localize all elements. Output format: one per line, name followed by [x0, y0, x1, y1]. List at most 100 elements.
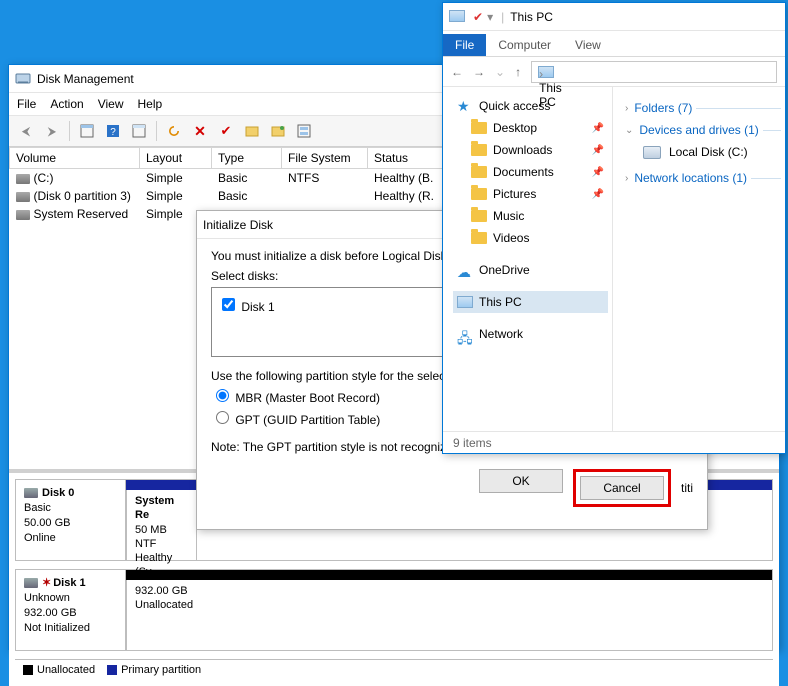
- ribbon-tab-view[interactable]: View: [563, 34, 613, 56]
- ok-button[interactable]: OK: [479, 469, 563, 493]
- group-devices[interactable]: ⌄ Devices and drives (1): [625, 123, 781, 137]
- nav-pane: ★ Quick access Desktop 📌 Downloads 📌 Docum…: [443, 87, 613, 431]
- disk1-checkbox[interactable]: [222, 298, 235, 311]
- toolbar-help-button[interactable]: ?: [102, 120, 124, 142]
- cell: Basic: [212, 169, 282, 188]
- nav-label: Quick access: [479, 99, 550, 113]
- group-label: Folders (7): [634, 101, 692, 115]
- address-bar: ← → ⌄ ↑ › This PC: [443, 57, 785, 87]
- nav-documents[interactable]: Documents📌: [453, 161, 608, 183]
- nav-label: Documents: [493, 165, 554, 179]
- disk-icon: [24, 578, 38, 588]
- disk-status: Not Initialized: [24, 621, 117, 636]
- nav-back-icon[interactable]: ←: [451, 65, 463, 79]
- star-icon: ★: [457, 100, 473, 112]
- nav-music[interactable]: Music: [453, 205, 608, 227]
- content-pane: › Folders (7) ⌄ Devices and drives (1) Loc…: [613, 87, 785, 431]
- dm-app-icon: [15, 71, 31, 87]
- nav-forward-button[interactable]: ⮞: [41, 120, 63, 142]
- cell: NTFS: [282, 169, 368, 188]
- partition-name: System Re: [135, 494, 188, 523]
- group-label: Network locations (1): [634, 171, 747, 185]
- col-type[interactable]: Type: [212, 148, 282, 169]
- pin-icon: 📌: [592, 123, 604, 134]
- disk1-row[interactable]: ✶Disk 1 Unknown 932.00 GB Not Initialize…: [15, 569, 773, 651]
- nav-videos[interactable]: Videos: [453, 227, 608, 249]
- nav-label: Network: [479, 327, 523, 341]
- disk-status: Online: [24, 531, 117, 546]
- menu-help[interactable]: Help: [138, 97, 163, 111]
- nav-downloads[interactable]: Downloads 📌: [453, 139, 608, 161]
- legend-swatch-primary: [107, 665, 117, 675]
- qat-check-icon[interactable]: ✔: [473, 10, 483, 24]
- nav-label: Downloads: [493, 143, 552, 157]
- group-label: Devices and drives (1): [639, 123, 758, 137]
- nav-network[interactable]: 🖧Network: [453, 323, 608, 345]
- toolbar-delete-button[interactable]: ✕: [189, 120, 211, 142]
- nav-label: This PC: [479, 295, 522, 309]
- folder-icon: [471, 166, 487, 178]
- disk1-partitions: 932.00 GB Unallocated: [126, 570, 772, 650]
- nav-back-button[interactable]: ⮜: [15, 120, 37, 142]
- qat-dropdown-icon[interactable]: ▾: [487, 10, 493, 24]
- partition[interactable]: System Re 50 MB NTF Healthy (Sy: [126, 480, 196, 560]
- menu-file[interactable]: File: [17, 97, 36, 111]
- nav-onedrive[interactable]: ☁OneDrive: [453, 259, 608, 281]
- menu-view[interactable]: View: [98, 97, 124, 111]
- toolbar-check-button[interactable]: ✔: [215, 120, 237, 142]
- nav-recent-dropdown[interactable]: ⌄: [495, 65, 505, 79]
- menu-action[interactable]: Action: [50, 97, 83, 111]
- ribbon-tab-computer[interactable]: Computer: [486, 34, 563, 56]
- group-network-locations[interactable]: › Network locations (1): [625, 171, 781, 185]
- status-item-count: 9 items: [453, 436, 492, 450]
- init-title: Initialize Disk: [203, 218, 273, 232]
- col-volume[interactable]: Volume: [10, 148, 140, 169]
- cell: Simple: [140, 187, 212, 205]
- partition-unallocated[interactable]: 932.00 GB Unallocated: [126, 570, 772, 650]
- toolbar-refresh-button[interactable]: [163, 120, 185, 142]
- nav-desktop[interactable]: Desktop 📌: [453, 117, 608, 139]
- nav-forward-icon[interactable]: →: [473, 65, 485, 79]
- partition-size: 50 MB NTF: [135, 523, 188, 552]
- folder-icon: [471, 122, 487, 134]
- pin-icon: 📌: [592, 145, 604, 156]
- nav-quick-access[interactable]: ★ Quick access: [453, 95, 608, 117]
- chevron-down-icon: ⌄: [625, 125, 633, 136]
- cancel-highlight: Cancel: [573, 469, 671, 507]
- nav-label: Desktop: [493, 121, 537, 135]
- gpt-label: GPT (GUID Partition Table): [235, 413, 380, 427]
- status-bar: 9 items: [443, 431, 785, 453]
- col-layout[interactable]: Layout: [140, 148, 212, 169]
- nav-label: Pictures: [493, 187, 536, 201]
- cancel-button[interactable]: Cancel: [580, 476, 664, 500]
- nav-pictures[interactable]: Pictures📌: [453, 183, 608, 205]
- toolbar-btn-7[interactable]: [241, 120, 263, 142]
- disk-size: 932.00 GB: [24, 606, 117, 621]
- nav-label: Videos: [493, 231, 529, 245]
- toolbar-show-hide-button[interactable]: [76, 120, 98, 142]
- drive-icon: [643, 146, 661, 159]
- col-filesystem[interactable]: File System: [282, 148, 368, 169]
- legend-label: Primary partition: [121, 664, 201, 676]
- toolbar-btn-3[interactable]: [128, 120, 150, 142]
- volume-icon: [16, 192, 30, 202]
- nav-this-pc[interactable]: This PC: [453, 291, 608, 313]
- chevron-right-icon: ›: [625, 173, 628, 184]
- toolbar-btn-8[interactable]: [267, 120, 289, 142]
- cell: Simple: [140, 169, 212, 188]
- volume-name: (C:): [34, 171, 54, 185]
- nav-up-icon[interactable]: ↑: [515, 65, 521, 79]
- mbr-radio[interactable]: [216, 389, 229, 402]
- svg-text:?: ?: [110, 127, 116, 138]
- disk-warning-icon: ✶: [42, 577, 51, 589]
- gpt-radio[interactable]: [216, 411, 229, 424]
- drive-item[interactable]: Local Disk (C:): [625, 141, 781, 163]
- address-path[interactable]: › This PC: [531, 61, 777, 83]
- cell: Basic: [212, 187, 282, 205]
- chevron-right-icon: ›: [625, 103, 628, 114]
- group-folders[interactable]: › Folders (7): [625, 101, 781, 115]
- ribbon-tab-file[interactable]: File: [443, 34, 486, 56]
- disk-checkbox-label: Disk 1: [241, 300, 274, 314]
- toolbar-btn-9[interactable]: [293, 120, 315, 142]
- disk-type: Basic: [24, 501, 117, 516]
